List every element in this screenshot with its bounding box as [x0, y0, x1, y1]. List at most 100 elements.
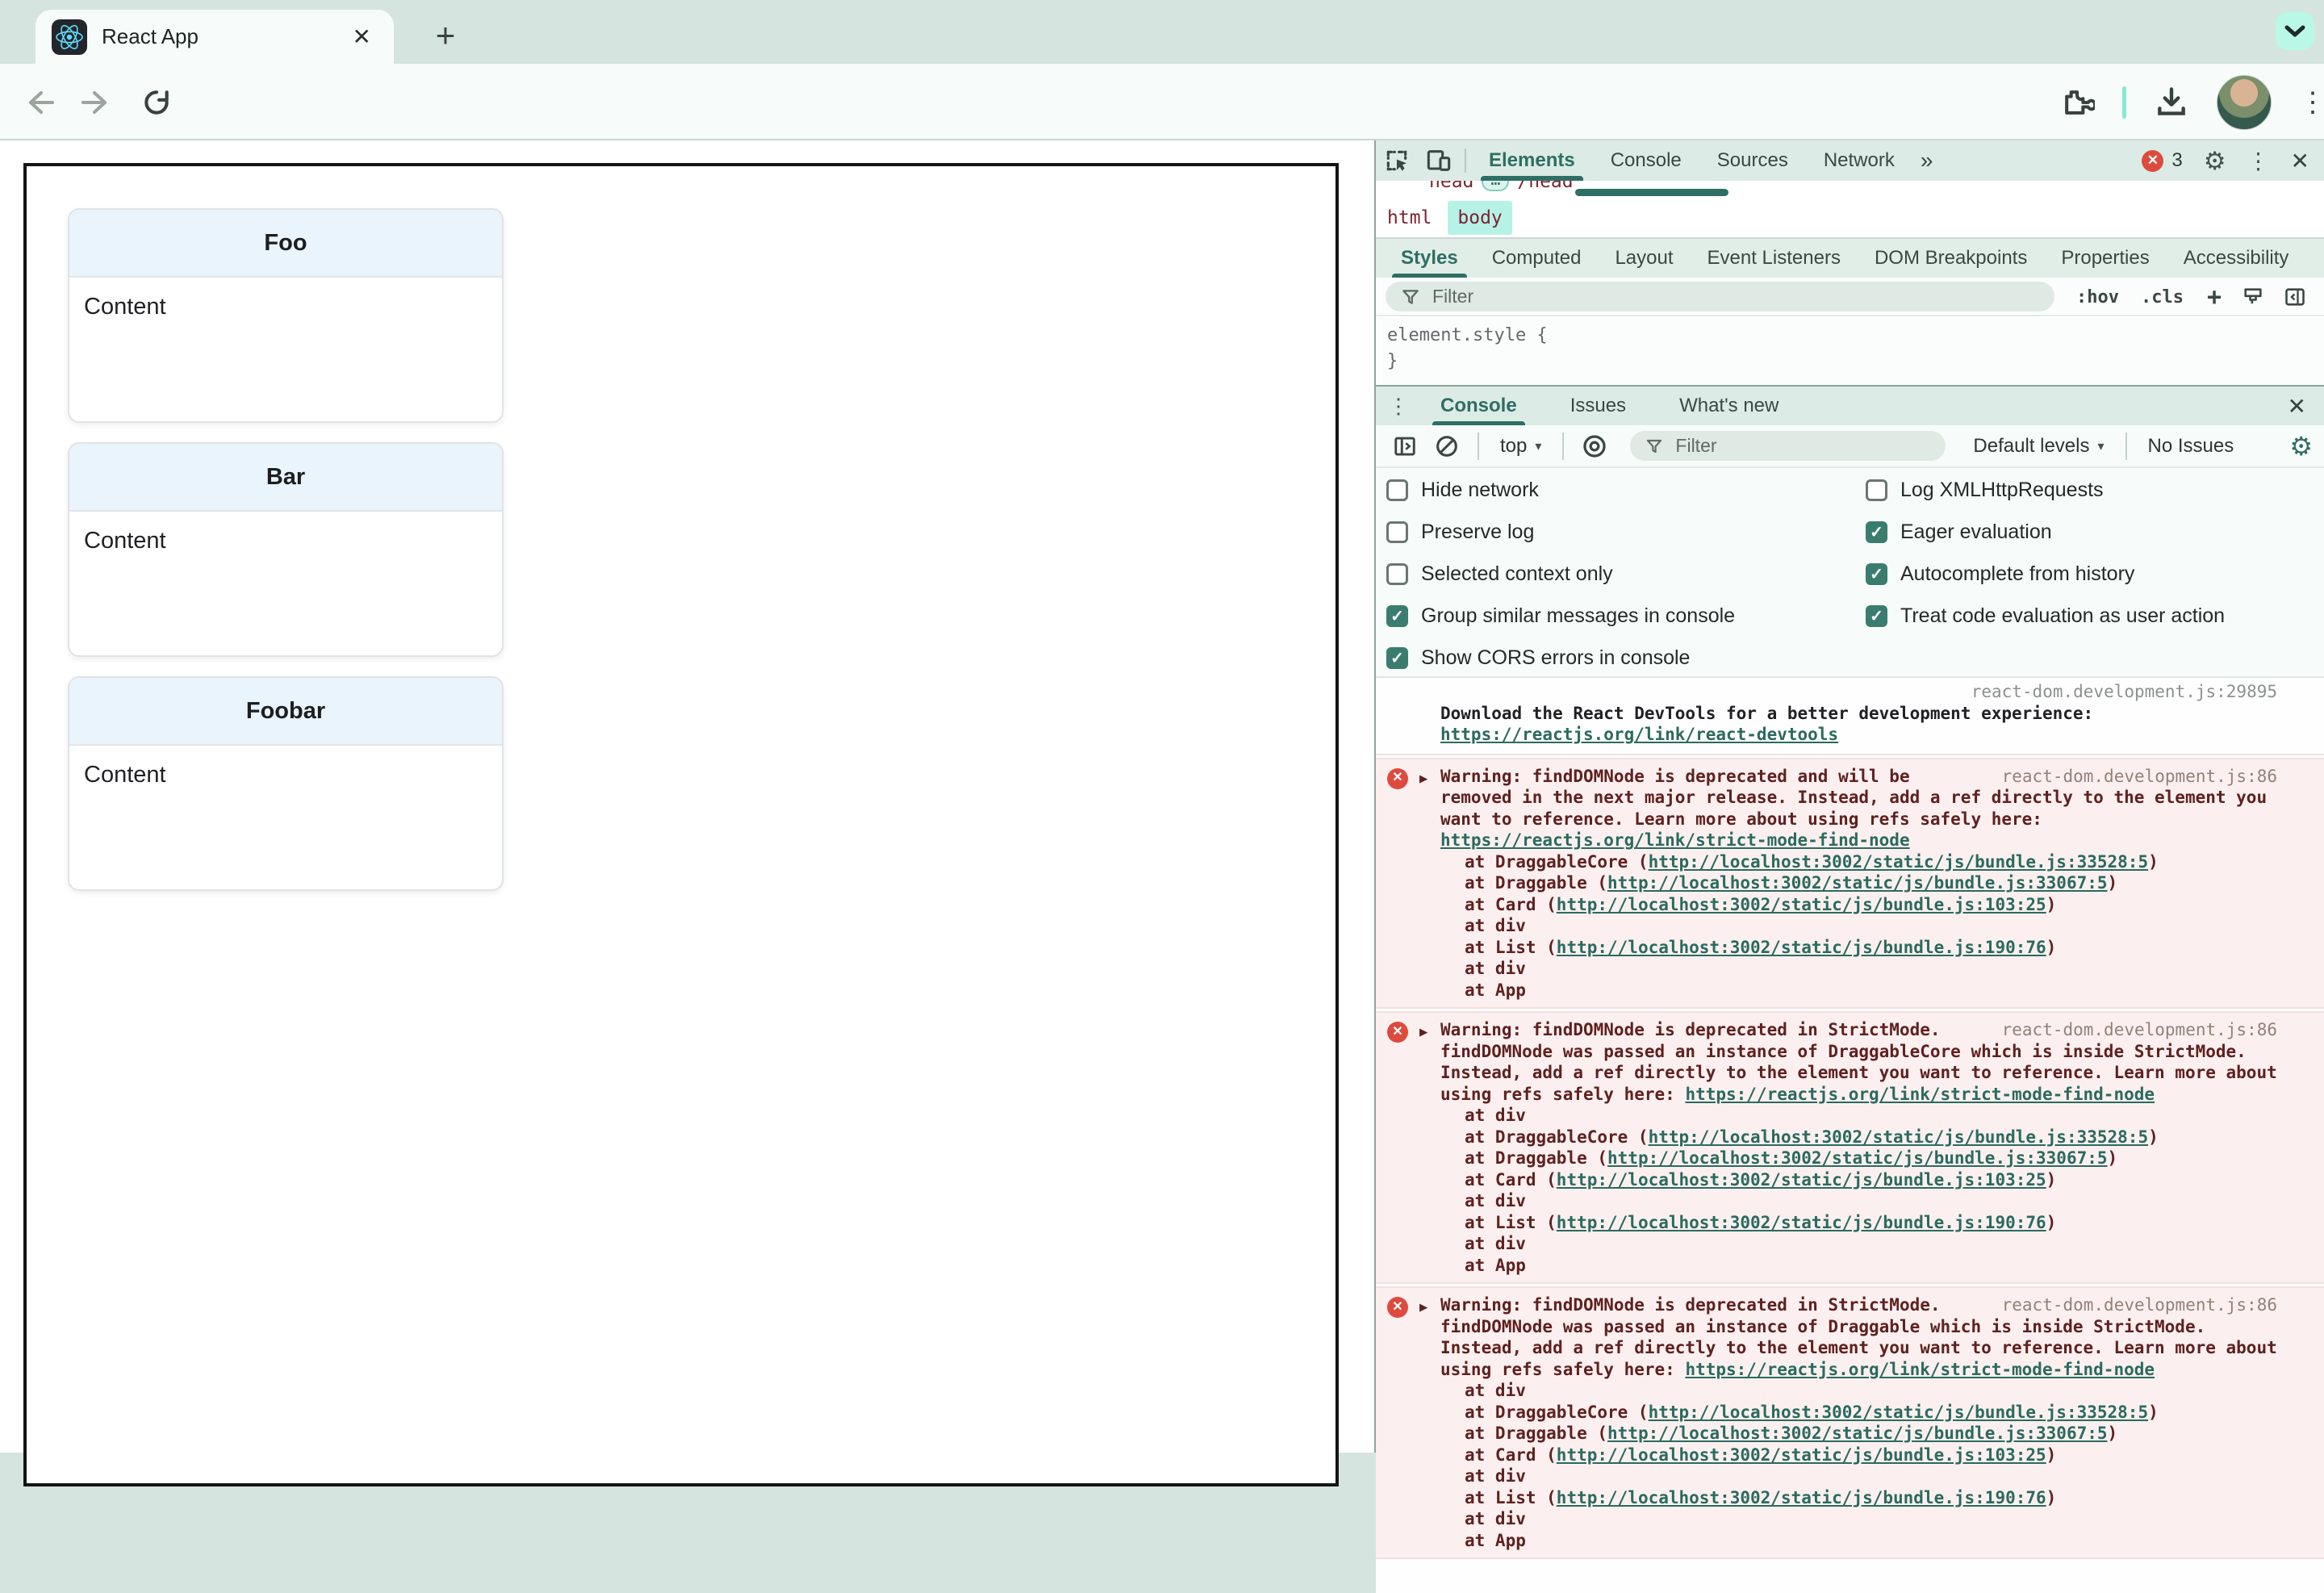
setting-selected-context-only: Selected context only [1386, 562, 1735, 585]
back-button[interactable] [13, 64, 65, 140]
styles-tab-properties[interactable]: Properties [2044, 239, 2166, 278]
card-header-foo[interactable]: Foo [69, 210, 502, 278]
styles-tab-event-listeners[interactable]: Event Listeners [1691, 239, 1858, 278]
dom-head-tag[interactable]: head [1429, 181, 1473, 192]
message-link[interactable]: https://reactjs.org/link/strict-mode-fin… [1440, 830, 1910, 850]
clear-console-icon[interactable] [1429, 429, 1465, 464]
console-sidebar-toggle-icon[interactable] [1387, 429, 1423, 464]
toggle-hover-state[interactable]: :hov [2076, 278, 2119, 316]
stack-frame-link[interactable]: http://localhost:3002/static/js/bundle.j… [1557, 1488, 2046, 1507]
tab-sources[interactable]: Sources [1699, 140, 1806, 181]
panel-toggle-icon[interactable] [2283, 286, 2307, 308]
styles-tab-computed[interactable]: Computed [1475, 239, 1599, 278]
tab-overview-button[interactable] [2276, 12, 2314, 50]
checkbox-group-similar-messages-in-console[interactable]: ✓ [1386, 605, 1408, 627]
message-link[interactable]: https://reactjs.org/link/react-devtools [1440, 725, 1838, 744]
forward-button[interactable] [71, 64, 123, 140]
card-bar[interactable]: Bar Content [68, 442, 504, 657]
stack-frame-link[interactable]: http://localhost:3002/static/js/bundle.j… [1557, 1213, 2046, 1232]
extensions-puzzle-icon[interactable] [2059, 85, 2095, 120]
checkbox-preserve-log[interactable] [1386, 521, 1408, 543]
styles-tab-dom-breakpoints[interactable]: DOM Breakpoints [1858, 239, 2044, 278]
message-source-location[interactable]: react-dom.development.js:86 [2002, 1294, 2277, 1316]
card-foobar[interactable]: Foobar Content [68, 676, 504, 891]
styles-tab-layout[interactable]: Layout [1598, 239, 1690, 278]
devtools-settings-gear-icon[interactable]: ⚙ [2204, 148, 2226, 174]
tab-elements[interactable]: Elements [1471, 140, 1593, 181]
console-settings-gear-icon[interactable]: ⚙ [2289, 433, 2313, 459]
checkbox-log-xmlhttprequests[interactable] [1866, 479, 1887, 501]
message-link[interactable]: https://reactjs.org/link/strict-mode-fin… [1685, 1360, 2155, 1379]
live-expression-eye-icon[interactable] [1577, 429, 1612, 464]
devtools-close-icon[interactable]: ✕ [2291, 148, 2309, 174]
stack-frame-link[interactable]: http://localhost:3002/static/js/bundle.j… [1557, 938, 2046, 957]
checkbox-treat-code-evaluation-as-user-action[interactable]: ✓ [1866, 605, 1887, 627]
expand-triangle-icon[interactable]: ▶ [1419, 768, 1427, 790]
styles-tab-styles[interactable]: Styles [1384, 239, 1475, 278]
device-toolbar-icon[interactable] [1418, 140, 1460, 181]
styles-filter-input[interactable]: Filter [1386, 282, 2054, 311]
tab-network[interactable]: Network [1806, 140, 1912, 181]
drawer-tab-console[interactable]: Console [1421, 386, 1536, 426]
stack-frame: at div [1465, 1191, 1526, 1210]
tab-console[interactable]: Console [1593, 140, 1699, 181]
stack-frame-link[interactable]: http://localhost:3002/static/js/bundle.j… [1607, 1424, 2108, 1443]
stack-frame-link[interactable]: http://localhost:3002/static/js/bundle.j… [1607, 873, 2108, 893]
rendering-brush-icon[interactable] [2241, 286, 2265, 308]
checkbox-selected-context-only[interactable] [1386, 563, 1408, 585]
stack-frame-link[interactable]: http://localhost:3002/static/js/bundle.j… [1557, 1170, 2046, 1190]
expand-triangle-icon[interactable]: ▶ [1419, 1022, 1427, 1043]
dom-head-close-tag[interactable]: /head [1517, 181, 1573, 192]
context-selector[interactable]: top ▾ [1492, 435, 1549, 458]
drawer-close-icon[interactable]: ✕ [2288, 393, 2324, 420]
more-tabs-icon[interactable]: » [1912, 148, 1942, 174]
card-header-bar[interactable]: Bar [69, 444, 502, 512]
checkbox-hide-network[interactable] [1386, 479, 1408, 501]
stack-frame-link[interactable]: http://localhost:3002/static/js/bundle.j… [1557, 1445, 2046, 1465]
inspect-element-icon[interactable] [1376, 140, 1418, 181]
checkbox-show-cors-errors-in-console[interactable]: ✓ [1386, 647, 1408, 669]
reload-button[interactable] [131, 64, 182, 140]
log-levels-dropdown[interactable]: Default levels ▾ [1965, 435, 2112, 458]
stack-frame-link[interactable]: http://localhost:3002/static/js/bundle.j… [1607, 1148, 2108, 1168]
message-source-location[interactable]: react-dom.development.js:29895 [1440, 681, 2277, 703]
card-header-foobar[interactable]: Foobar [69, 678, 502, 746]
card-foo[interactable]: Foo Content [68, 208, 504, 423]
dom-expand-ellipsis[interactable]: … [1482, 181, 1510, 191]
download-icon[interactable] [2154, 85, 2189, 120]
breadcrumb-html[interactable]: html [1377, 201, 1441, 235]
profile-avatar[interactable] [2217, 74, 2272, 130]
new-style-rule-plus-icon[interactable]: + [2207, 278, 2222, 316]
browser-tab[interactable]: React App ✕ [36, 10, 394, 64]
drawer-tab-what-s-new[interactable]: What's new [1660, 386, 1798, 426]
element-style-open[interactable]: element.style { [1387, 323, 2324, 349]
stack-frame-link[interactable]: http://localhost:3002/static/js/bundle.j… [1649, 1127, 2149, 1147]
checkbox-autocomplete-from-history[interactable]: ✓ [1866, 563, 1887, 585]
stack-frame-link[interactable]: http://localhost:3002/static/js/bundle.j… [1649, 1403, 2149, 1422]
styles-tab-accessibility[interactable]: Accessibility [2167, 239, 2306, 278]
console-filter-input[interactable]: Filter [1630, 431, 1946, 461]
checkbox-eager-evaluation[interactable]: ✓ [1866, 521, 1887, 543]
expand-triangle-icon[interactable]: ▶ [1419, 1297, 1427, 1319]
element-style-editor[interactable]: element.style { } [1376, 316, 2324, 385]
issues-counter[interactable]: No Issues [2140, 435, 2242, 458]
browser-menu-kebab-icon[interactable]: ⋮ [2299, 86, 2324, 119]
drawer-tab-issues[interactable]: Issues [1551, 386, 1645, 426]
tab-close-icon[interactable]: ✕ [346, 20, 378, 53]
error-count-badge[interactable]: ✕ 3 [2142, 149, 2183, 172]
dom-scrollbar-thumb[interactable] [1575, 189, 1728, 196]
message-source-location[interactable]: react-dom.development.js:86 [2002, 766, 2277, 788]
message-link[interactable]: https://reactjs.org/link/strict-mode-fin… [1685, 1085, 2155, 1104]
setting-group-similar-messages-in-console: ✓ Group similar messages in console [1386, 604, 1735, 627]
stack-frame: at div [1465, 1509, 1526, 1528]
message-source-location[interactable]: react-dom.development.js:86 [2002, 1019, 2277, 1041]
stack-frame: at div [1465, 1466, 1526, 1486]
stack-frame-link[interactable]: http://localhost:3002/static/js/bundle.j… [1557, 895, 2046, 914]
breadcrumb-body[interactable]: body [1448, 201, 1512, 235]
toggle-class[interactable]: .cls [2141, 278, 2184, 316]
stack-frame-link[interactable]: http://localhost:3002/static/js/bundle.j… [1649, 852, 2149, 872]
stack-frame: at Card (http://localhost:3002/static/js… [1465, 894, 2057, 914]
new-tab-button[interactable]: + [421, 11, 470, 60]
drawer-menu-kebab-icon[interactable]: ⋮ [1376, 394, 1421, 419]
devtools-menu-kebab-icon[interactable]: ⋮ [2247, 148, 2270, 174]
